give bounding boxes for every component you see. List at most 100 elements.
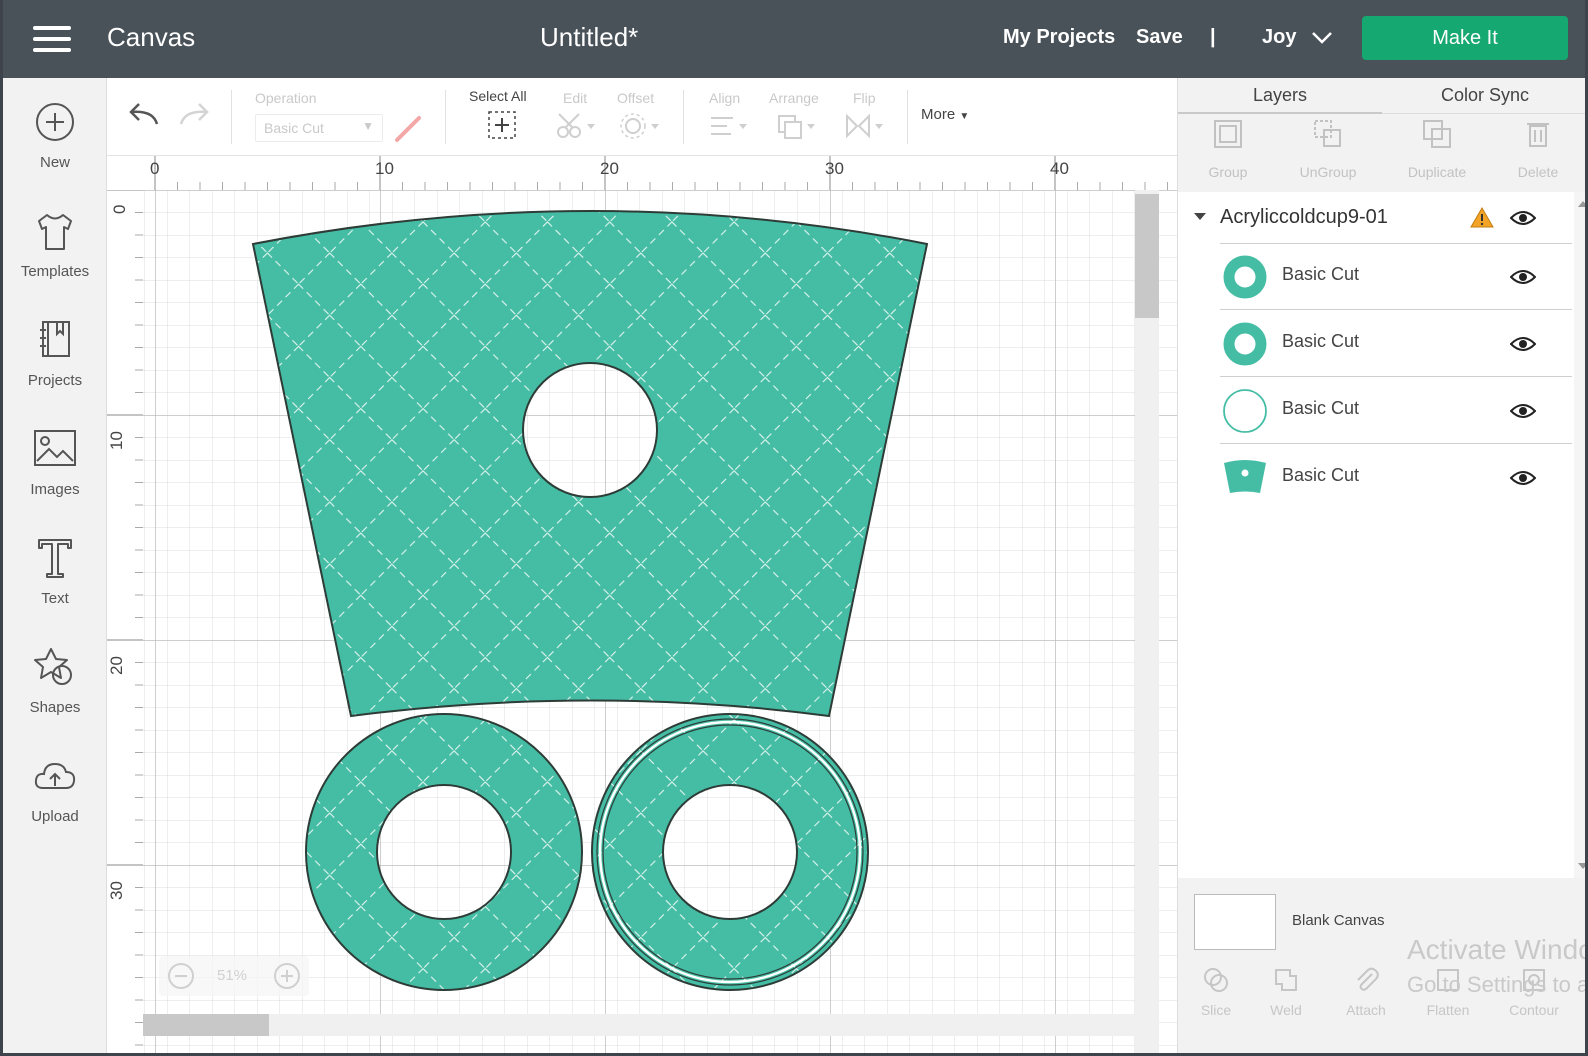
caret-down-icon[interactable] bbox=[1194, 212, 1206, 222]
design-canvas[interactable]: 51% bbox=[143, 190, 1177, 1053]
undo-icon[interactable] bbox=[127, 100, 161, 128]
sidebar-item-upload[interactable]: Upload bbox=[3, 754, 107, 854]
eye-icon[interactable] bbox=[1510, 470, 1536, 486]
offset-icon[interactable] bbox=[619, 112, 661, 140]
eye-icon[interactable] bbox=[1510, 269, 1536, 285]
make-it-button[interactable]: Make It bbox=[1362, 16, 1568, 60]
ungroup-icon bbox=[1314, 120, 1341, 147]
canvas-scroll-track-v bbox=[1135, 190, 1159, 1053]
zoom-out-icon[interactable] bbox=[167, 962, 195, 990]
arrange-label: Arrange bbox=[769, 90, 819, 106]
layer-row[interactable]: Basic Cut bbox=[1220, 311, 1572, 377]
layer-name: Basic Cut bbox=[1282, 264, 1360, 284]
flip-label: Flip bbox=[853, 90, 876, 106]
operation-value: Basic Cut bbox=[264, 120, 324, 136]
windows-activation-hint: Go to Settings to activate Windows. bbox=[1407, 972, 1585, 997]
blank-canvas-swatch[interactable] bbox=[1194, 894, 1276, 950]
select-all-icon[interactable] bbox=[487, 110, 517, 140]
delete-label: Delete bbox=[1517, 164, 1559, 180]
group-button[interactable]: Group bbox=[1178, 118, 1278, 188]
sidebar-item-templates[interactable]: Templates bbox=[3, 209, 107, 309]
caret-down-icon: ▼ bbox=[959, 111, 970, 122]
layer-row[interactable]: Basic Cut bbox=[1220, 378, 1572, 444]
attach-button[interactable]: Attach bbox=[1330, 966, 1402, 1018]
sidebar-item-label: Templates bbox=[20, 263, 90, 280]
shapes-icon bbox=[34, 648, 72, 685]
delete-button[interactable]: Delete bbox=[1488, 118, 1585, 188]
scroll-down-icon[interactable] bbox=[1578, 862, 1588, 870]
zoom-control: 51% bbox=[159, 956, 309, 996]
user-menu[interactable]: Joy bbox=[1262, 26, 1296, 49]
cut-color-swatch-icon[interactable] bbox=[393, 114, 423, 144]
more-button[interactable]: More ▼ bbox=[921, 106, 969, 123]
toolbar-divider bbox=[683, 90, 684, 144]
menu-icon[interactable] bbox=[33, 26, 73, 54]
canvas-scrollbar-h[interactable] bbox=[143, 1014, 269, 1036]
layer-name: Basic Cut bbox=[1282, 465, 1360, 485]
warning-icon[interactable] bbox=[1470, 206, 1494, 228]
weld-button[interactable]: Weld bbox=[1250, 966, 1322, 1018]
top-bar: Canvas Untitled* My Projects Save | Joy … bbox=[3, 0, 1585, 78]
duplicate-button[interactable]: Duplicate bbox=[1382, 118, 1492, 188]
my-projects-link[interactable]: My Projects bbox=[1003, 26, 1115, 49]
ungroup-button[interactable]: UnGroup bbox=[1278, 118, 1378, 188]
tshirt-icon bbox=[38, 214, 72, 250]
layer-row[interactable]: Basic Cut bbox=[1220, 445, 1572, 511]
layer-group-row[interactable]: Acryliccoldcup9-01 bbox=[1178, 192, 1574, 244]
save-button[interactable]: Save bbox=[1136, 26, 1183, 49]
panel-scrollbar[interactable] bbox=[1574, 192, 1588, 878]
sidebar-item-images[interactable]: Images bbox=[3, 427, 107, 527]
group-icon bbox=[1214, 120, 1242, 148]
eye-icon[interactable] bbox=[1510, 336, 1536, 352]
thin-ring-thumbnail-icon bbox=[1223, 389, 1267, 433]
canvas-scrollbar-v[interactable] bbox=[1135, 194, 1159, 318]
sidebar-item-text[interactable]: Text bbox=[3, 536, 107, 636]
scroll-up-icon[interactable] bbox=[1578, 200, 1588, 208]
ring-thumbnail-icon bbox=[1223, 255, 1267, 299]
tab-layers[interactable]: Layers bbox=[1178, 78, 1382, 114]
ruler-number: 20 bbox=[107, 656, 126, 675]
zoom-in-icon[interactable] bbox=[273, 962, 301, 990]
layer-row[interactable]: Basic Cut bbox=[1220, 244, 1572, 310]
ruler-number: 10 bbox=[375, 159, 394, 178]
sidebar-item-shapes[interactable]: Shapes bbox=[3, 645, 107, 745]
ungroup-label: UnGroup bbox=[1299, 164, 1357, 180]
document-title[interactable]: Untitled* bbox=[540, 22, 638, 53]
layer-list: Acryliccoldcup9-01 Basic Cut Basic Cut B… bbox=[1178, 192, 1574, 878]
toolbar-divider bbox=[907, 90, 908, 144]
arrange-icon[interactable] bbox=[775, 112, 817, 140]
ruler-vertical: 0 10 20 30 bbox=[107, 190, 143, 1053]
sidebar-item-label: Text bbox=[41, 590, 69, 607]
slice-button[interactable]: Slice bbox=[1180, 966, 1252, 1018]
flip-icon[interactable] bbox=[843, 112, 885, 140]
toolbar-divider bbox=[445, 90, 446, 144]
redo-icon[interactable] bbox=[177, 100, 211, 128]
eye-icon[interactable] bbox=[1510, 210, 1536, 226]
ruler-number: 0 bbox=[110, 204, 129, 214]
align-icon[interactable] bbox=[707, 112, 749, 140]
offset-label: Offset bbox=[617, 90, 655, 106]
ruler-number: 30 bbox=[825, 159, 844, 178]
slice-label: Slice bbox=[1200, 1002, 1232, 1018]
sidebar-item-label: New bbox=[39, 154, 70, 171]
operation-select[interactable]: Basic Cut ▼ bbox=[255, 114, 383, 142]
edit-scissors-icon[interactable] bbox=[555, 112, 597, 140]
weld-icon bbox=[1275, 969, 1297, 991]
topbar-separator: | bbox=[1210, 26, 1216, 48]
windows-activation-watermark: Activate Windows bbox=[1407, 934, 1585, 965]
sidebar-item-label: Images bbox=[30, 481, 80, 498]
trash-icon bbox=[1527, 123, 1549, 147]
ruler-vertical-ticks bbox=[107, 190, 143, 1046]
eye-icon[interactable] bbox=[1510, 403, 1536, 419]
weld-label: Weld bbox=[1270, 1002, 1302, 1018]
ruler-number: 30 bbox=[107, 881, 126, 900]
chevron-down-icon[interactable] bbox=[1311, 30, 1333, 46]
layer-name: Basic Cut bbox=[1282, 331, 1360, 351]
sidebar-item-new[interactable]: New bbox=[3, 100, 107, 200]
sidebar-item-label: Shapes bbox=[29, 699, 81, 716]
tab-color-sync[interactable]: Color Sync bbox=[1382, 78, 1585, 114]
duplicate-icon bbox=[1423, 120, 1451, 148]
sidebar-item-projects[interactable]: Projects bbox=[3, 318, 107, 418]
dropdown-arrow-icon: ▼ bbox=[362, 119, 374, 133]
zoom-level: 51% bbox=[217, 967, 248, 984]
